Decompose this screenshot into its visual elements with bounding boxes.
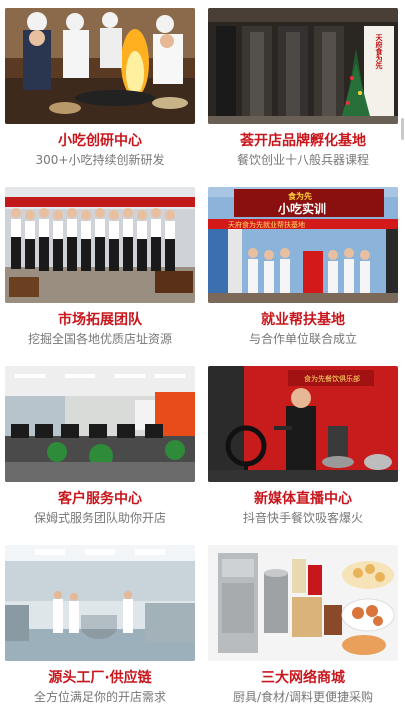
photo-snack-rd-center	[5, 8, 195, 124]
card-subtitle: 全方位满足你的开店需求	[33, 690, 166, 704]
card-brand-incubation[interactable]: 天府食为先 荟开店品牌孵化基地 餐饮创业十八般兵器课程	[208, 8, 398, 187]
card-title: 三大网络商城	[261, 670, 345, 686]
card-title: 源头工厂·供应链	[48, 670, 152, 686]
card-snack-rd-center[interactable]: 小吃创研中心 300+小吃持续创新研发	[5, 8, 195, 187]
photo-live-streaming: 食为先餐饮俱乐部	[208, 366, 398, 482]
photo-customer-service	[5, 366, 195, 482]
card-subtitle: 挖掘全国各地优质店址资源	[27, 332, 172, 346]
card-subtitle: 抖音快手餐饮吸客爆火	[242, 511, 363, 525]
photo-employment-support: 食为先 小吃实训 天府食为先就业帮扶基地	[208, 187, 398, 303]
photo-source-factory	[5, 545, 195, 661]
card-market-expansion[interactable]: 市场拓展团队 挖掘全国各地优质店址资源	[5, 187, 195, 366]
photo-market-expansion	[5, 187, 195, 303]
card-employment-support[interactable]: 食为先 小吃实训 天府食为先就业帮扶基地 就业帮扶基地 与合作单位联合成立	[208, 187, 398, 366]
card-subtitle: 餐饮创业十八般兵器课程	[236, 153, 369, 167]
card-subtitle: 保姆式服务团队助你开店	[33, 511, 166, 525]
card-online-stores[interactable]: 三大网络商城 厨具/食材/调料更便捷采购	[208, 545, 398, 712]
card-title: 荟开店品牌孵化基地	[240, 133, 366, 149]
photo-online-stores	[208, 545, 398, 661]
banner-main-text: 小吃实训	[278, 201, 326, 216]
card-title: 新媒体直播中心	[254, 491, 352, 507]
store-sign-text: 天府食为先	[375, 34, 384, 70]
scrollbar[interactable]	[401, 118, 404, 140]
card-subtitle: 300+小吃持续创新研发	[35, 153, 165, 167]
feature-grid: 小吃创研中心 300+小吃持续创新研发 天府食为先 荟开店品牌孵化基地 餐饮创业…	[5, 8, 398, 712]
banner-red-text: 天府食为先就业帮扶基地	[228, 220, 305, 229]
card-title: 客户服务中心	[58, 491, 142, 507]
photo-brand-incubation: 天府食为先	[208, 8, 398, 124]
page: 小吃创研中心 300+小吃持续创新研发 天府食为先 荟开店品牌孵化基地 餐饮创业…	[0, 0, 405, 712]
card-title: 小吃创研中心	[58, 133, 142, 149]
card-title: 市场拓展团队	[58, 312, 142, 328]
banner-top-text: 食为先	[288, 191, 312, 201]
card-source-factory[interactable]: 源头工厂·供应链 全方位满足你的开店需求	[5, 545, 195, 712]
card-title: 就业帮扶基地	[261, 312, 345, 328]
card-live-streaming[interactable]: 食为先餐饮俱乐部 新媒体直播中心 抖音快手餐饮吸客爆火	[208, 366, 398, 545]
card-subtitle: 与合作单位联合成立	[248, 332, 357, 346]
card-customer-service[interactable]: 客户服务中心 保姆式服务团队助你开店	[5, 366, 195, 545]
card-subtitle: 厨具/食材/调料更便捷采购	[232, 690, 374, 704]
studio-sign-text: 食为先餐饮俱乐部	[304, 374, 360, 383]
